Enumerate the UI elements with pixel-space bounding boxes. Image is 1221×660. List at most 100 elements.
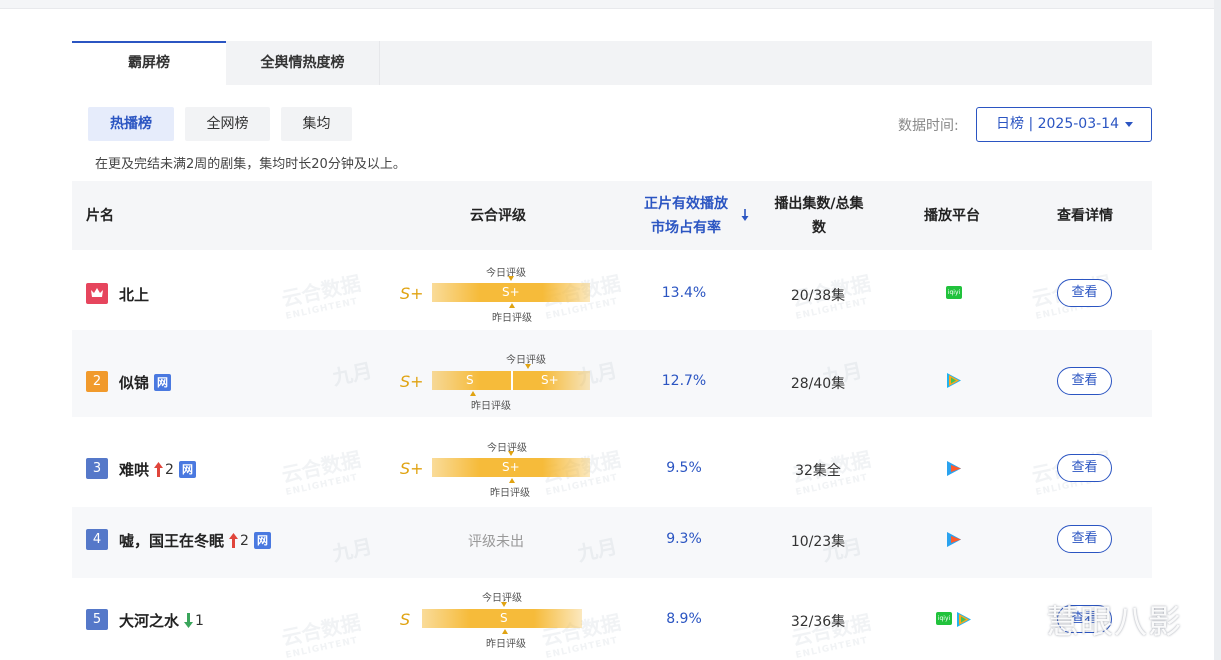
date-select-value: 日榜 | 2025-03-14 (996, 116, 1119, 132)
tab-quanyuqing[interactable]: 全舆情热度榜 (226, 41, 380, 85)
rating-grade: S (400, 610, 411, 629)
corner-watermark: 慧眼八影 (1046, 602, 1182, 641)
marker-yesterday-icon (509, 478, 515, 483)
col-market-share[interactable]: 正片有效播放 市场占有率 (632, 181, 749, 250)
marker-yesterday-icon (470, 391, 476, 396)
rating-pending: 评级未出 (468, 534, 524, 550)
market-share: 8.9% (666, 611, 702, 627)
youku-icon (947, 532, 961, 547)
market-share: 9.5% (666, 460, 702, 476)
rank-trend: 2 (229, 533, 249, 549)
bar-grade-today: S+ (541, 373, 559, 387)
marker-today-icon (508, 451, 514, 456)
data-time-label: 数据时间: (898, 118, 959, 134)
rank-change-value: 2 (240, 532, 249, 549)
rank-badge: 2 (86, 371, 108, 392)
col-detail: 查看详情 (1057, 207, 1113, 224)
rank-trend: 2 (154, 462, 174, 478)
view-button[interactable]: 查看 (1057, 279, 1112, 307)
rank-badge: 4 (86, 529, 108, 550)
watermark: 九月 (575, 534, 620, 566)
subtab-episode-average[interactable]: 集均 (281, 107, 352, 141)
subtab-hot[interactable]: 热播榜 (88, 107, 174, 141)
market-share: 13.4% (661, 285, 707, 301)
bar-grade-today: S+ (502, 285, 520, 299)
yesterday-rating-label: 昨日评级 (471, 401, 511, 412)
crown-icon (86, 283, 108, 304)
subtab-all-network[interactable]: 全网榜 (185, 107, 270, 141)
rule-note: 在更及完结未满2周的剧集，集均时长20分钟及以上。 (95, 157, 406, 172)
col-platform: 播放平台 (924, 207, 980, 224)
col-title: 片名 (86, 207, 114, 224)
table-row: 云合数据ENLIGHTENT 云合数据ENLIGHTENT 云合数据ENLIGH… (72, 417, 1152, 507)
col-market-share-line2: 市场占有率 (651, 219, 721, 236)
watermark: 云合数据ENLIGHTENT (279, 271, 363, 322)
date-select[interactable]: 日榜 | 2025-03-14 (976, 107, 1152, 142)
arrow-up-icon (154, 462, 164, 477)
bar-divider (511, 371, 513, 390)
rank-trend: 1 (184, 613, 204, 629)
arrow-down-icon (184, 613, 194, 628)
rank-badge: 5 (86, 609, 108, 630)
bar-grade-yesterday: S (466, 373, 474, 387)
tencent-video-icon (947, 373, 961, 388)
platform-list: iqiyi (930, 612, 978, 627)
table-row: 九月 九月 九月 4 嘘，国王在冬眠 2 网 评级未出 9.3% 10/23集 … (72, 507, 1152, 578)
show-title[interactable]: 难哄 2 网 (119, 459, 196, 480)
episode-count: 28/40集 (790, 376, 846, 392)
watermark: 九月 (330, 358, 375, 390)
view-button[interactable]: 查看 (1057, 525, 1112, 553)
col-episodes: 播出集数/总集 数 (766, 181, 872, 250)
today-rating-label: 今日评级 (487, 443, 527, 454)
youku-icon (947, 461, 961, 476)
episode-count: 10/23集 (790, 534, 846, 550)
show-title[interactable]: 大河之水 1 (119, 610, 204, 631)
rating-grade: S+ (400, 372, 424, 391)
show-title[interactable]: 似锦 网 (119, 372, 172, 393)
network-drama-badge: 网 (178, 461, 196, 478)
marker-today-icon (525, 364, 531, 369)
yesterday-rating-label: 昨日评级 (492, 313, 532, 324)
watermark: 云合数据ENLIGHTENT (279, 610, 363, 660)
rating-bar: S S+ (432, 371, 590, 390)
today-rating-label: 今日评级 (486, 268, 526, 279)
yesterday-rating-label: 昨日评级 (490, 488, 530, 499)
col-episodes-line2: 数 (812, 219, 826, 236)
iqiyi-icon: iqiyi (946, 286, 962, 299)
tab-bapinbang[interactable]: 霸屏榜 (72, 41, 226, 85)
rank-change-value: 1 (195, 612, 204, 629)
yesterday-rating-label: 昨日评级 (486, 639, 526, 650)
rating-grade: S+ (400, 459, 424, 478)
watermark: 云合数据ENLIGHTENT (279, 447, 363, 498)
view-button[interactable]: 查看 (1057, 454, 1112, 482)
rating-bar: S (422, 609, 582, 628)
platform-list: iqiyi (930, 286, 978, 299)
watermark: 九月 (330, 534, 375, 566)
show-title[interactable]: 嘘，国王在冬眠 2 网 (119, 530, 271, 551)
rating-bar: S+ (432, 458, 590, 477)
network-drama-badge: 网 (253, 532, 271, 549)
rank-change-value: 2 (165, 461, 174, 478)
bar-grade-today: S (500, 611, 508, 625)
caret-down-icon (1125, 122, 1133, 127)
col-episodes-line1: 播出集数/总集 (774, 195, 864, 212)
marker-today-icon (508, 276, 514, 281)
arrow-up-icon (229, 533, 239, 548)
rating-grade: S+ (400, 284, 424, 303)
episode-count: 32集全 (795, 463, 841, 479)
page-panel: 霸屏榜 全舆情热度榜 热播榜 全网榜 集均 在更及完结未满2周的剧集，集均时长2… (0, 8, 1214, 660)
sort-down-icon (741, 209, 749, 221)
tencent-video-icon (957, 612, 971, 627)
platform-list (930, 373, 978, 388)
marker-yesterday-icon (502, 629, 508, 634)
show-title[interactable]: 北上 (119, 284, 149, 305)
table-row: 云合数据ENLIGHTENT 云合数据ENLIGHTENT 云合数据ENLIGH… (72, 578, 1152, 660)
market-share: 12.7% (661, 373, 707, 389)
view-button[interactable]: 查看 (1057, 367, 1112, 395)
platform-list (930, 532, 978, 547)
rating-bar: S+ (432, 283, 590, 302)
col-market-share-line1: 正片有效播放 (644, 195, 728, 212)
rank-badge: 3 (86, 458, 108, 479)
scrollbar-track[interactable] (1214, 0, 1221, 660)
bar-grade-today: S+ (502, 460, 520, 474)
